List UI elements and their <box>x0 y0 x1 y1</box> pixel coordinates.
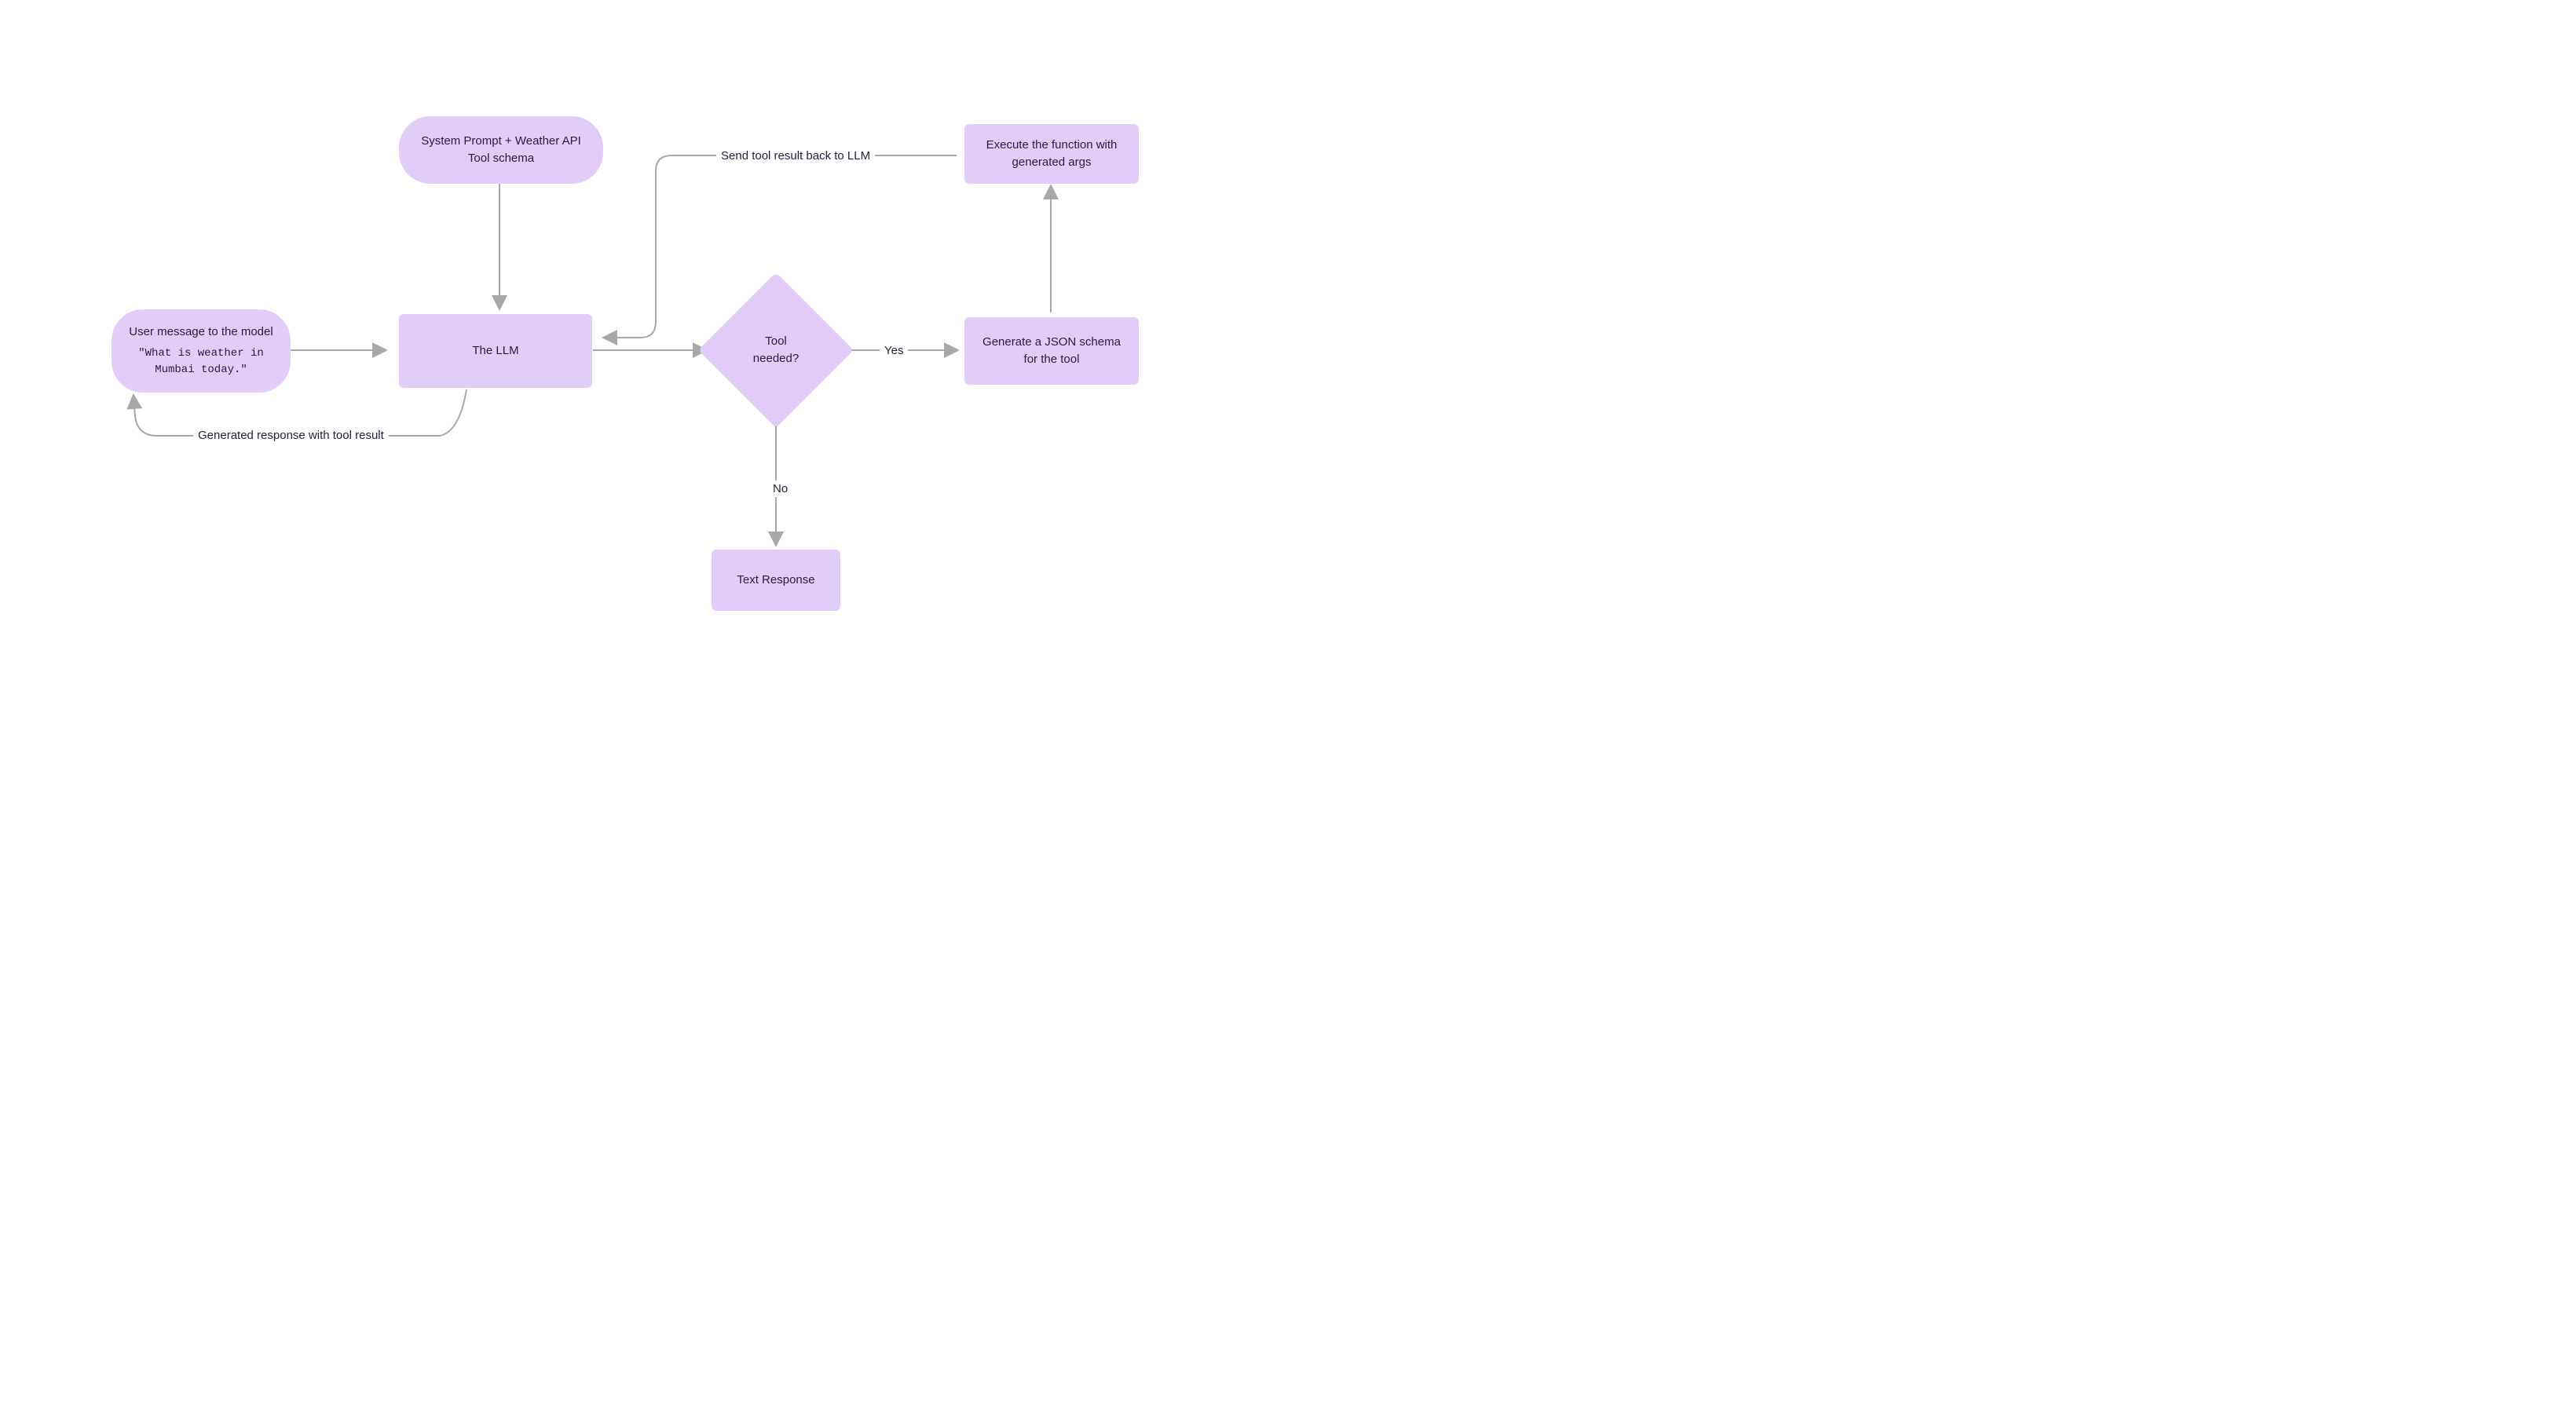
text-response-text: Text Response <box>737 572 814 590</box>
node-system-prompt: System Prompt + Weather API Tool schema <box>399 116 603 184</box>
edge-label-yes: Yes <box>880 342 908 359</box>
decision-text: Tool needed? <box>741 333 811 368</box>
system-prompt-text: System Prompt + Weather API Tool schema <box>415 133 587 168</box>
node-user-message: User message to the model "What is weath… <box>112 309 291 393</box>
node-llm: The LLM <box>399 314 592 388</box>
edge-label-generated-response: Generated response with tool result <box>193 427 389 444</box>
llm-text: The LLM <box>472 342 518 360</box>
user-message-title: User message to the model <box>129 323 273 342</box>
node-execute-fn: Execute the function with generated args <box>964 124 1139 184</box>
node-decision: Tool needed? <box>721 295 831 405</box>
flowchart-canvas: User message to the model "What is weath… <box>0 0 1288 704</box>
user-message-subtitle: "What is weather in Mumbai today." <box>127 345 275 378</box>
node-text-response: Text Response <box>712 550 840 611</box>
generate-json-text: Generate a JSON schema for the tool <box>980 334 1123 369</box>
edge-label-send-back: Send tool result back to LLM <box>716 148 875 164</box>
execute-fn-text: Execute the function with generated args <box>980 137 1123 172</box>
edge-label-no: No <box>768 481 792 497</box>
node-generate-json: Generate a JSON schema for the tool <box>964 317 1139 385</box>
